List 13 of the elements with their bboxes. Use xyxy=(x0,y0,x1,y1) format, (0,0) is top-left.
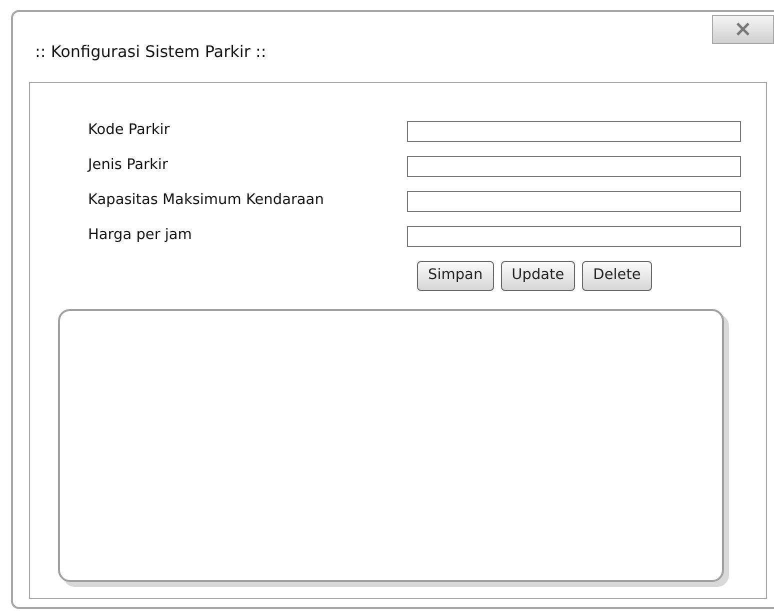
input-field[interactable] xyxy=(407,191,741,212)
input-field[interactable] xyxy=(407,226,741,247)
delete-button[interactable]: Delete xyxy=(582,261,652,291)
input-field[interactable] xyxy=(407,156,741,177)
field-label: Jenis Parkir xyxy=(86,156,169,176)
field-label: Kode Parkir xyxy=(87,121,171,140)
input-field[interactable] xyxy=(407,121,741,142)
save-button[interactable]: Simpan xyxy=(417,261,494,291)
field-label: Harga per jam xyxy=(87,226,193,246)
text-area[interactable] xyxy=(58,309,724,582)
update-button[interactable]: Update xyxy=(500,261,576,291)
window-title: :: Konfigurasi Sistem Parkir :: xyxy=(35,42,266,61)
field-label: Kapasitas Maksimum Kendaraan xyxy=(87,191,325,210)
